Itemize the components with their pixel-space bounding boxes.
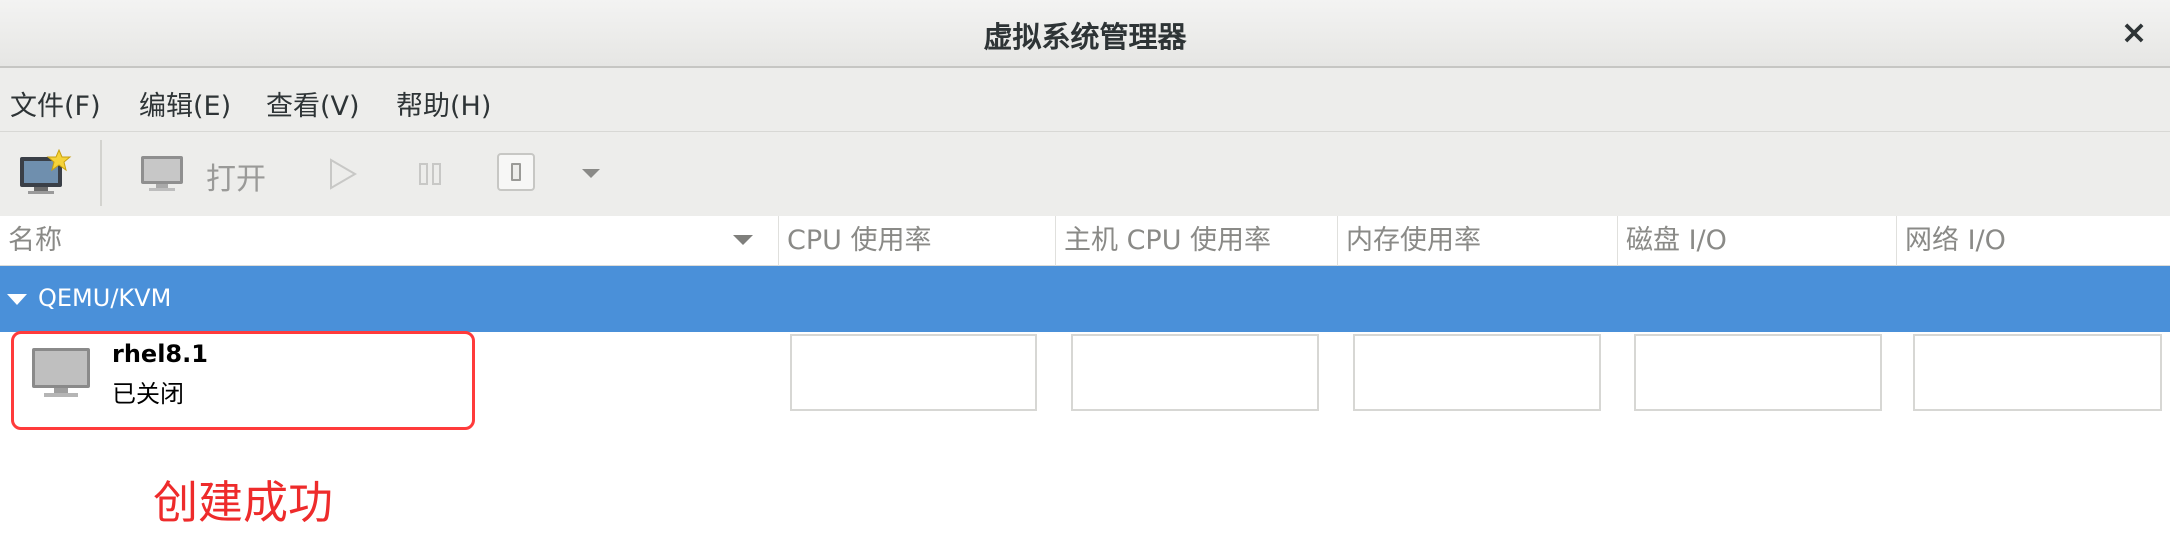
menu-file[interactable]: 文件(F) — [10, 84, 101, 123]
shutdown-menu-button[interactable] — [576, 158, 606, 188]
toolbar-separator — [100, 140, 102, 206]
column-header-memory[interactable]: 内存使用率 — [1337, 216, 1617, 266]
new-vm-button[interactable] — [14, 148, 74, 200]
play-icon — [330, 158, 357, 190]
annotation-highlight-box — [11, 331, 475, 430]
title-bar: 虚拟系统管理器 × — [0, 0, 2170, 68]
column-header-name-label: 名称 — [8, 225, 62, 256]
shutdown-icon — [497, 153, 535, 191]
disk-io-graph — [1634, 334, 1882, 411]
column-header-host-cpu[interactable]: 主机 CPU 使用率 — [1055, 216, 1337, 266]
connection-row[interactable]: QEMU/KVM — [0, 266, 2170, 332]
window-title: 虚拟系统管理器 — [983, 20, 1187, 54]
shutdown-button[interactable] — [494, 150, 538, 194]
connection-label: QEMU/KVM — [38, 284, 172, 312]
network-io-graph — [1913, 334, 2162, 411]
expander-icon[interactable] — [7, 294, 27, 305]
column-header-disk-io[interactable]: 磁盘 I/O — [1617, 216, 1896, 266]
annotation-text: 创建成功 — [153, 476, 334, 529]
menu-edit[interactable]: 编辑(E) — [139, 84, 231, 123]
cpu-usage-graph — [790, 334, 1037, 411]
menu-bar: 文件(F) 编辑(E) 查看(V) 帮助(H) — [0, 68, 2170, 132]
column-header-row: 名称 CPU 使用率 主机 CPU 使用率 内存使用率 磁盘 I/O 网络 I/… — [0, 216, 2170, 266]
sort-indicator-icon — [733, 235, 753, 245]
open-button[interactable] — [132, 148, 192, 200]
run-button[interactable] — [322, 154, 362, 194]
chevron-down-icon — [582, 169, 600, 178]
pause-icon — [419, 163, 441, 185]
column-header-name[interactable]: 名称 — [0, 216, 772, 266]
new-vm-icon — [20, 149, 72, 194]
column-header-cpu[interactable]: CPU 使用率 — [778, 216, 1055, 266]
open-label[interactable]: 打开 — [206, 154, 266, 198]
memory-usage-graph — [1353, 334, 1601, 411]
menu-help[interactable]: 帮助(H) — [396, 84, 491, 123]
pause-button[interactable] — [410, 154, 450, 194]
column-header-network-io[interactable]: 网络 I/O — [1896, 216, 2170, 266]
monitor-icon — [141, 156, 183, 191]
close-button[interactable]: × — [2112, 10, 2156, 54]
host-cpu-usage-graph — [1071, 334, 1319, 411]
menu-view[interactable]: 查看(V) — [266, 84, 360, 123]
toolbar: 打开 — [0, 132, 2170, 216]
